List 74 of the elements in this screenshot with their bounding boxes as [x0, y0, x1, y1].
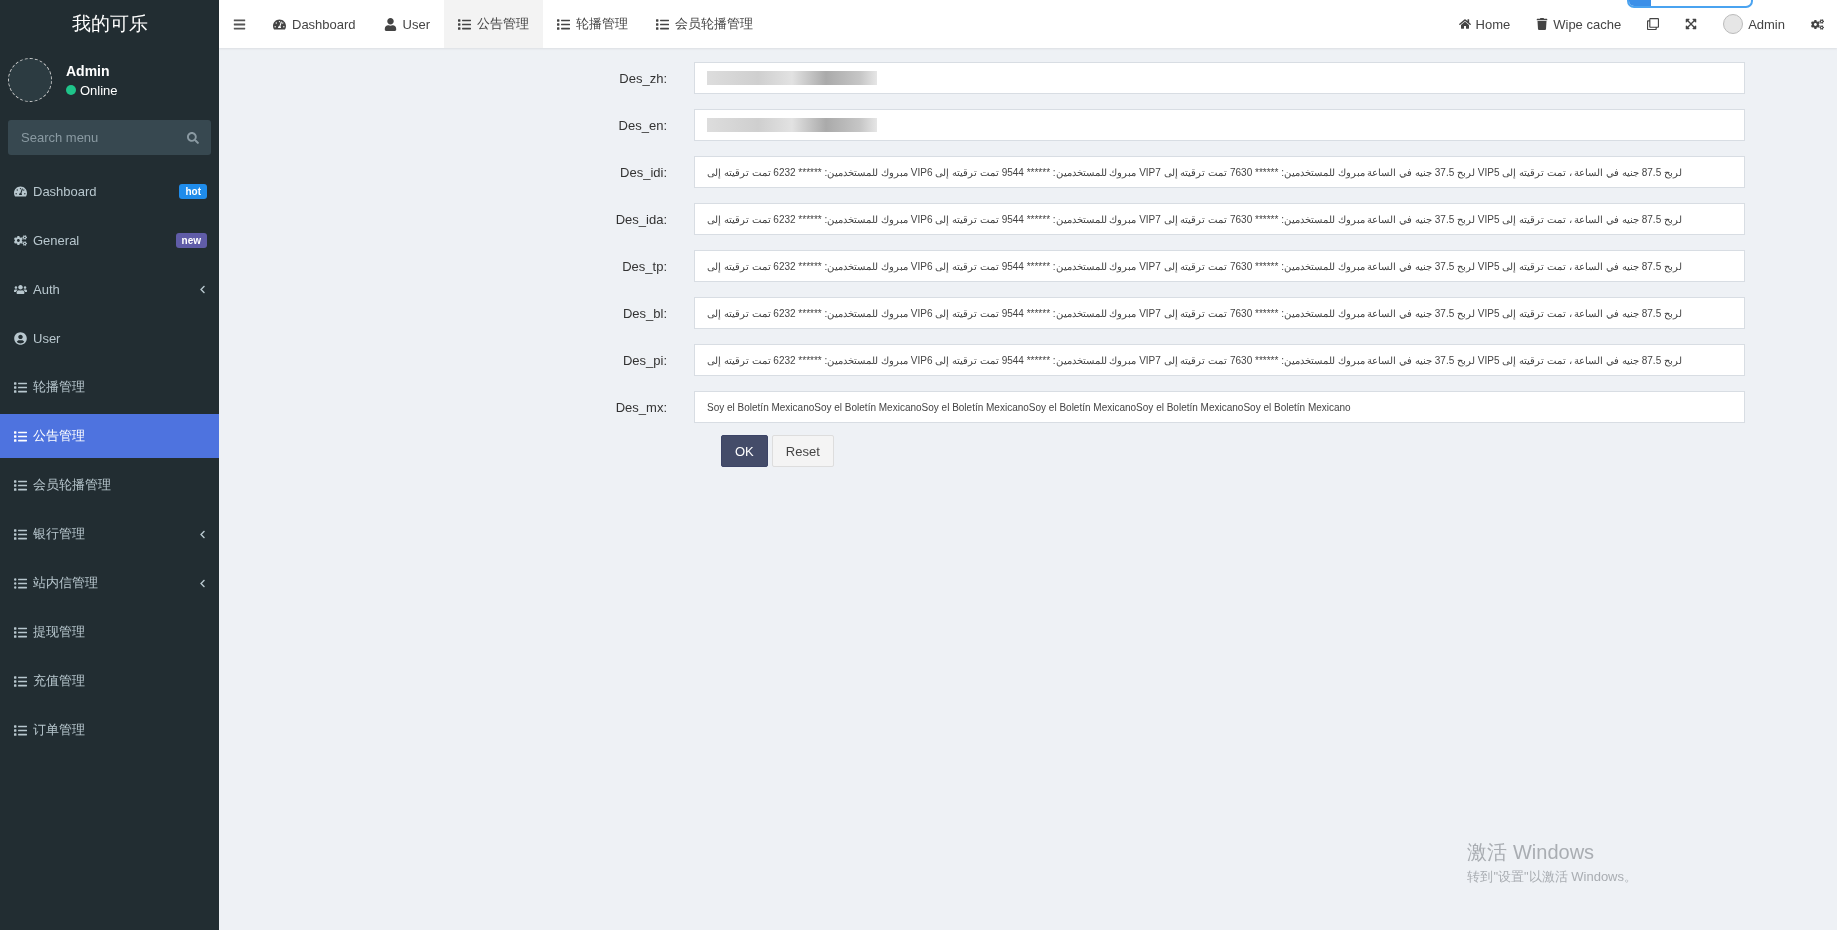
sidebar-item[interactable]: Dashboard hot — [0, 169, 219, 213]
input-field[interactable] — [694, 62, 1745, 94]
input-field[interactable]: Soy el Boletín MexicanoSoy el Boletín MexicanoSoy el Boletín MexicanoSoy el Boletín MexicanoSoy el Boletín MexicanoSoy el Boletín Mexicano — [694, 391, 1745, 423]
list-icon — [458, 17, 472, 31]
activation-title: 激活 Windows — [1467, 840, 1596, 865]
nav-tab[interactable]: User — [369, 0, 445, 48]
sidebar-item[interactable]: 提现管理 — [0, 610, 219, 654]
input-field[interactable]: مبروك للمستخدمين: ****** 6232 تمت ترقيته إلى VIP6 مبروك للمستخدمين: ****** 9544 تمت ترقيته إلى VIP7 لربح 37.5 جنيه في الساعة مبروك للمستخدمين: ****** 7630 تمت ترقيته إلى VIP5 لربح 87.5 جنيه في الساعة ، تمت ترقيته إلى — [694, 297, 1745, 329]
field-label: Des_tp: — [621, 258, 668, 274]
list-icon — [14, 625, 27, 639]
trash-icon — [1536, 18, 1549, 30]
input-field[interactable]: مبروك للمستخدمين: ****** 6232 تمت ترقيته إلى VIP6 مبروك للمستخدمين: ****** 9544 تمت ترقيته إلى VIP7 لربح 37.5 جنيه في الساعة مبروك للمستخدمين: ****** 7630 تمت ترقيته إلى VIP5 لربح 87.5 جنيه في الساعة ، تمت ترقيته إلى — [694, 156, 1745, 188]
sidebar-item[interactable]: Auth — [0, 267, 219, 311]
people-icon — [14, 282, 27, 296]
user-menu[interactable]: Admin — [1711, 10, 1797, 38]
chevron-icon — [198, 578, 207, 588]
app-logo: 我的可乐 — [70, 12, 149, 36]
settings-icon — [1811, 17, 1824, 31]
nav-tab[interactable]: 会员轮播管理 — [642, 0, 768, 48]
field-label: Des_mx: — [614, 399, 668, 415]
nav-link[interactable]: Wipe cache — [1524, 10, 1634, 38]
input-field[interactable]: مبروك للمستخدمين: ****** 6232 تمت ترقيته إلى VIP6 مبروك للمستخدمين: ****** 9544 تمت ترقيته إلى VIP7 لربح 37.5 جنيه في الساعة مبروك للمستخدمين: ****** 7630 تمت ترقيته إلى VIP5 لربح 87.5 جنيه في الساعة ، تمت ترقيته إلى — [694, 344, 1745, 376]
gauge-icon — [14, 184, 27, 198]
nav-tab[interactable]: 公告管理 — [444, 0, 544, 48]
activation-subtitle: 转到"设置"以激活 Windows。 — [1467, 868, 1637, 886]
list-icon — [14, 429, 27, 443]
search-icon — [187, 131, 199, 144]
nav-tab[interactable]: 轮播管理 — [543, 0, 643, 48]
field-label: Des_bl: — [621, 305, 668, 321]
list-icon — [557, 17, 571, 31]
gauge-icon — [273, 17, 286, 31]
sidebar-item[interactable]: General new — [0, 218, 219, 262]
sidebar-item[interactable]: 银行管理 — [0, 512, 219, 556]
pages-icon — [1647, 18, 1660, 30]
sidebar-item[interactable]: 公告管理 — [0, 414, 219, 458]
fullscreen-icon — [1685, 18, 1698, 30]
field-label: Des_en: — [617, 117, 668, 133]
menu-icon — [232, 17, 246, 31]
reset-button[interactable]: Reset — [771, 435, 834, 467]
user-icon — [383, 17, 397, 31]
gears-icon — [14, 233, 27, 247]
list-icon — [14, 723, 27, 737]
house-icon — [1458, 18, 1471, 30]
ok-button[interactable]: OK — [721, 435, 768, 467]
sidebar-item[interactable]: 订单管理 — [0, 708, 219, 752]
chevron-icon — [198, 284, 207, 294]
field-label: Des_idi: — [619, 164, 668, 180]
sidebar-item[interactable]: User — [0, 316, 219, 360]
list-icon — [14, 576, 27, 590]
field-label: Des_zh: — [618, 70, 668, 86]
list-icon — [14, 527, 27, 541]
sidebar-item[interactable]: 站内信管理 — [0, 561, 219, 605]
avatar — [1723, 14, 1744, 34]
input-field[interactable]: مبروك للمستخدمين: ****** 6232 تمت ترقيته إلى VIP6 مبروك للمستخدمين: ****** 9544 تمت ترقيته إلى VIP7 لربح 37.5 جنيه في الساعة مبروك للمستخدمين: ****** 7630 تمت ترقيته إلى VIP5 لربح 87.5 جنيه في الساعة ، تمت ترقيته إلى — [694, 203, 1745, 235]
list-icon — [14, 380, 27, 394]
menu-badge: new — [175, 232, 207, 248]
user-icon — [14, 331, 27, 345]
list-icon — [14, 674, 27, 688]
chevron-icon — [198, 529, 207, 539]
sidebar-item[interactable]: 轮播管理 — [0, 365, 219, 409]
list-icon — [14, 478, 27, 492]
input-field[interactable] — [694, 109, 1745, 141]
sidebar-item[interactable]: 会员轮播管理 — [0, 463, 219, 507]
input-field[interactable]: مبروك للمستخدمين: ****** 6232 تمت ترقيته إلى VIP6 مبروك للمستخدمين: ****** 9544 تمت ترقيته إلى VIP7 لربح 37.5 جنيه في الساعة مبروك للمستخدمين: ****** 7630 تمت ترقيته إلى VIP5 لربح 87.5 جنيه في الساعة ، تمت ترقيته إلى — [694, 250, 1745, 282]
field-label: Des_ida: — [614, 211, 668, 227]
menu-badge: hot — [179, 183, 207, 199]
list-icon — [656, 17, 670, 31]
nav-link[interactable]: Home — [1446, 10, 1523, 38]
status-text: Online — [80, 82, 118, 98]
nav-tab[interactable]: Dashboard — [259, 0, 370, 48]
user-name: Admin — [66, 62, 111, 79]
avatar — [8, 58, 52, 102]
sidebar-item[interactable]: 充值管理 — [0, 659, 219, 703]
field-label: Des_pi: — [621, 352, 668, 368]
